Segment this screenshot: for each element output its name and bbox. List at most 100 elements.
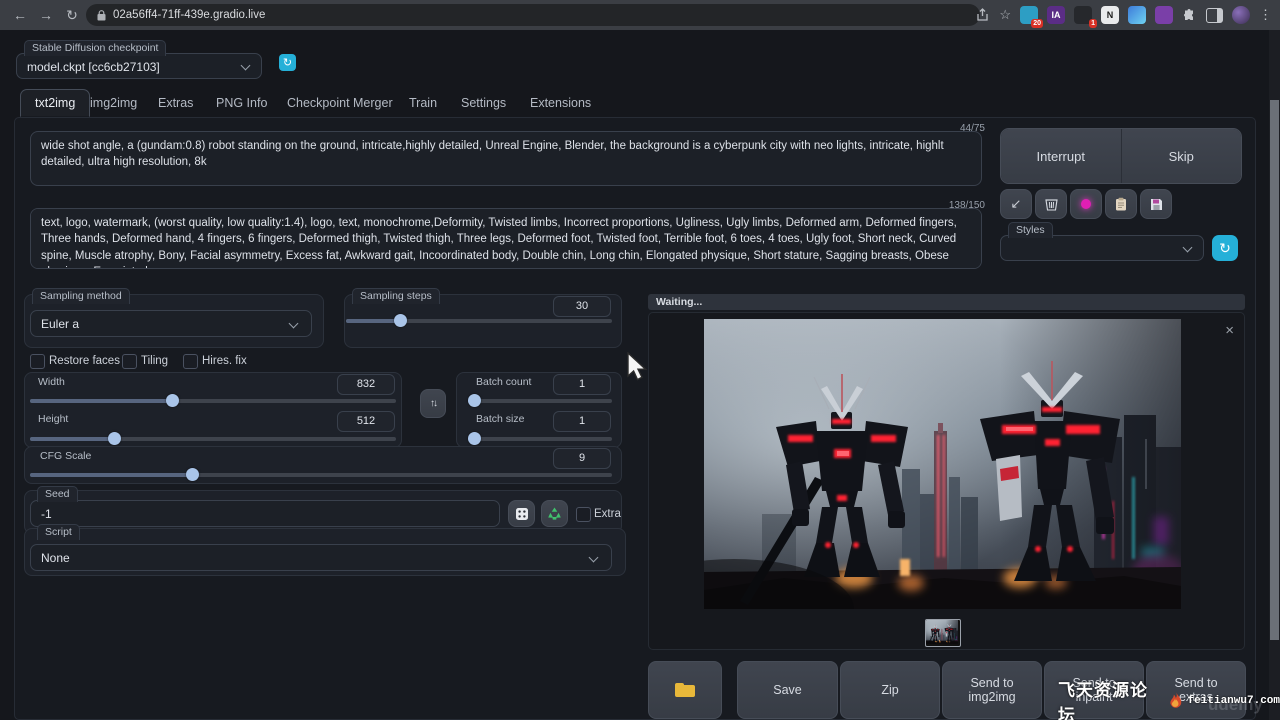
checkpoint-dropdown[interactable]: model.ckpt [cc6cb27103]	[16, 53, 262, 79]
negative-prompt-textarea[interactable]: text, logo, watermark, (worst quality, l…	[30, 208, 982, 269]
swap-width-height-button[interactable]: ↑↓	[420, 389, 446, 418]
hires-fix-checkbox[interactable]	[183, 354, 198, 369]
zip-button[interactable]: Zip	[840, 661, 940, 719]
url-text: 02a56ff4-71ff-439e.gradio.live	[113, 9, 265, 21]
tab-checkpoint-merger[interactable]: Checkpoint Merger	[287, 96, 393, 110]
chevron-down-icon	[1183, 243, 1193, 253]
width-label: Width	[38, 376, 65, 388]
browser-extensions-row: ☆ 20 IA 1 N ⋮	[976, 3, 1272, 27]
cfg-scale-label: CFG Scale	[40, 450, 91, 462]
tiling-checkbox[interactable]	[122, 354, 137, 369]
sampling-steps-value[interactable]: 30	[553, 296, 611, 317]
interrupt-button[interactable]: Interrupt	[1001, 129, 1122, 183]
sidebar-toggle-icon[interactable]	[1206, 8, 1223, 23]
tab-png-info[interactable]: PNG Info	[216, 96, 267, 110]
extension-ia-icon[interactable]: IA	[1047, 6, 1065, 24]
batch-count-slider[interactable]	[468, 399, 612, 403]
tab-extensions[interactable]: Extensions	[530, 96, 591, 110]
cfg-scale-slider[interactable]	[30, 473, 612, 477]
page-scrollbar-thumb[interactable]	[1270, 100, 1279, 640]
browser-menu-kebab-icon[interactable]: ⋮	[1259, 7, 1272, 23]
tab-train[interactable]: Train	[409, 96, 437, 110]
skip-button[interactable]: Skip	[1122, 129, 1242, 183]
paste-generation-params-button[interactable]: ↙	[1000, 189, 1032, 219]
extension-badge-1-icon[interactable]: 1	[1074, 6, 1092, 24]
batch-count-value[interactable]: 1	[553, 374, 611, 395]
extension-badge-count: 20	[1031, 19, 1043, 28]
extensions-puzzle-icon[interactable]	[1182, 8, 1197, 23]
checkpoint-refresh-button[interactable]: ↻	[279, 54, 296, 71]
styles-refresh-button[interactable]: ↻	[1212, 235, 1238, 261]
save-style-button[interactable]	[1140, 189, 1172, 219]
styles-dropdown[interactable]	[1000, 235, 1204, 261]
extra-seed-checkbox[interactable]	[576, 507, 591, 522]
random-seed-button[interactable]	[508, 500, 535, 527]
close-icon[interactable]: ×	[1225, 323, 1234, 338]
watermark-cn-text: 飞天资源论坛	[1058, 676, 1164, 720]
recycle-icon	[547, 507, 562, 521]
sampling-method-dropdown[interactable]: Euler a	[30, 310, 312, 337]
browser-forward-icon[interactable]: →	[34, 3, 58, 27]
floppy-disk-icon	[1150, 198, 1163, 211]
tab-extras[interactable]: Extras	[158, 96, 193, 110]
seed-label: Seed	[37, 486, 78, 502]
sampling-method-value: Euler a	[41, 317, 79, 331]
page-scrollbar-track[interactable]	[1269, 30, 1280, 720]
cfg-scale-value[interactable]: 9	[553, 448, 611, 469]
clipboard-icon	[1115, 197, 1127, 211]
browser-reload-icon[interactable]: ↻	[60, 3, 84, 27]
height-slider[interactable]	[30, 437, 396, 441]
trash-icon	[1045, 197, 1058, 211]
application-window: ← → ↻ 02a56ff4-71ff-439e.gradio.live ☆ 2…	[0, 0, 1280, 720]
save-button[interactable]: Save	[737, 661, 838, 719]
negative-prompt-token-counter: 138/150	[905, 200, 985, 211]
share-icon[interactable]	[976, 8, 990, 22]
browser-back-icon[interactable]: ←	[8, 3, 32, 27]
extension-notion-icon[interactable]: N	[1101, 6, 1119, 24]
extension-purple-icon[interactable]	[1155, 6, 1173, 24]
batch-size-slider[interactable]	[468, 437, 612, 441]
paste-arrow-icon: ↙	[1011, 196, 1022, 212]
batch-size-value[interactable]: 1	[553, 411, 611, 432]
browser-toolbar: ← → ↻ 02a56ff4-71ff-439e.gradio.live ☆ 2…	[0, 0, 1280, 30]
extension-badge-count: 1	[1089, 19, 1097, 28]
generated-image[interactable]	[704, 319, 1181, 609]
batch-count-label: Batch count	[476, 376, 531, 388]
watermark: 飞天资源论坛 feitianwu7.com	[1058, 676, 1280, 720]
extension-image-icon[interactable]	[1128, 6, 1146, 24]
sampling-steps-slider[interactable]	[346, 319, 612, 323]
art-style-button[interactable]	[1070, 189, 1102, 219]
height-value[interactable]: 512	[337, 411, 395, 432]
sampling-steps-label: Sampling steps	[352, 288, 440, 304]
script-dropdown[interactable]: None	[30, 544, 612, 571]
batch-size-label: Batch size	[476, 413, 524, 425]
tiling-label: Tiling	[141, 355, 168, 367]
tab-settings[interactable]: Settings	[461, 96, 506, 110]
extension-badge-20-icon[interactable]: 20	[1020, 6, 1038, 24]
restore-faces-label: Restore faces	[49, 355, 120, 367]
address-bar[interactable]: 02a56ff4-71ff-439e.gradio.live	[86, 4, 980, 26]
seed-input[interactable]	[30, 500, 500, 527]
styles-label: Styles	[1008, 222, 1053, 238]
dice-icon	[515, 507, 529, 521]
gallery-thumbnail[interactable]	[925, 619, 961, 647]
tab-img2img[interactable]: img2img	[90, 96, 137, 110]
width-value[interactable]: 832	[337, 374, 395, 395]
tab-txt2img[interactable]: txt2img	[20, 89, 90, 117]
apply-styles-button[interactable]	[1105, 189, 1137, 219]
height-label: Height	[38, 413, 68, 425]
extra-seed-label: Extra	[594, 508, 621, 520]
prompt-textarea[interactable]: wide shot angle, a (gundam:0.8) robot st…	[30, 131, 982, 186]
checkpoint-label: Stable Diffusion checkpoint	[24, 40, 166, 56]
sampling-method-label: Sampling method	[32, 288, 130, 304]
width-slider[interactable]	[30, 399, 396, 403]
mouse-cursor	[626, 352, 648, 382]
send-to-img2img-button[interactable]: Send to img2img	[942, 661, 1042, 719]
restore-faces-checkbox[interactable]	[30, 354, 45, 369]
open-folder-button[interactable]	[648, 661, 722, 719]
profile-avatar[interactable]	[1232, 6, 1250, 24]
bookmark-star-icon[interactable]: ☆	[999, 7, 1011, 23]
chevron-down-icon	[241, 61, 251, 71]
clear-prompt-button[interactable]	[1035, 189, 1067, 219]
reuse-seed-button[interactable]	[541, 500, 568, 527]
